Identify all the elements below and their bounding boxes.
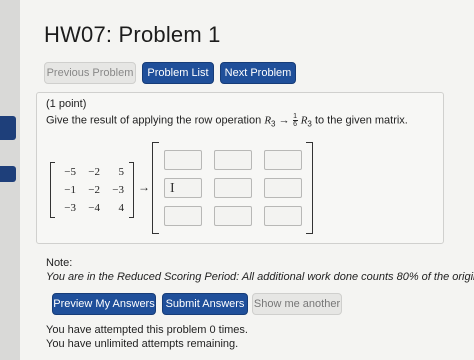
matrix-cell-r3c1: −3: [64, 202, 76, 214]
matrix-cell-r2c1: −1: [64, 184, 76, 196]
matrix-cell-r1c2: −2: [88, 166, 100, 178]
next-problem-button[interactable]: Next Problem: [220, 62, 296, 84]
remaining-status: You have unlimited attempts remaining.: [46, 338, 239, 350]
matrix-cell-r3c2: −4: [88, 202, 100, 214]
matrix-cell-r2c2: −2: [88, 184, 100, 196]
answer-input-r3c3[interactable]: [264, 206, 302, 226]
sidebar-tab-upper[interactable]: [0, 116, 16, 140]
attempts-status: You have attempted this problem 0 times.: [46, 324, 248, 336]
fraction-numerator: 1: [293, 113, 298, 120]
note-text: You are in the Reduced Scoring Period: A…: [46, 271, 474, 283]
result-arrow: →: [138, 180, 150, 194]
answer-left-bracket: [152, 142, 159, 234]
matrix-cell-r2c3: −3: [112, 184, 124, 196]
answer-input-r3c2[interactable]: [214, 206, 252, 226]
matrix-cell-r1c1: −5: [64, 166, 76, 178]
answer-input-r1c3[interactable]: [264, 150, 302, 170]
problem-prompt: Give the result of applying the row oper…: [46, 113, 408, 129]
row-op-target-sub: 3: [271, 119, 276, 129]
text-cursor-icon: I: [170, 181, 175, 196]
row-op-fraction: 1 6: [292, 113, 298, 128]
previous-problem-button[interactable]: Previous Problem: [44, 62, 136, 84]
answer-input-r1c1[interactable]: [164, 150, 202, 170]
given-matrix: −5 −2 5 −1 −2 −3 −3 −4 4: [50, 162, 134, 218]
answer-right-bracket: [306, 142, 313, 234]
submit-answers-button[interactable]: Submit Answers: [162, 293, 248, 315]
problem-points: (1 point): [46, 98, 87, 110]
row-op-source-sub: 3: [307, 119, 312, 129]
matrix-right-bracket: [129, 162, 134, 218]
sidebar-tab-lower[interactable]: [0, 166, 16, 182]
preview-answers-button[interactable]: Preview My Answers: [52, 293, 156, 315]
prompt-suffix: to the given matrix.: [314, 114, 408, 127]
matrix-cell-r3c3: 4: [118, 202, 125, 214]
answer-input-r2c2[interactable]: [214, 178, 252, 198]
page-title: HW07: Problem 1: [44, 22, 221, 47]
fraction-denominator: 6: [293, 121, 298, 128]
problem-list-button[interactable]: Problem List: [142, 62, 214, 84]
row-op-arrow: →: [278, 114, 290, 127]
answer-input-r1c2[interactable]: [214, 150, 252, 170]
answer-input-r3c1[interactable]: [164, 206, 202, 226]
matrix-cell-r1c3: 5: [118, 166, 125, 178]
answer-input-r2c3[interactable]: [264, 178, 302, 198]
prompt-prefix: Give the result of applying the row oper…: [46, 114, 262, 127]
note-label: Note:: [46, 257, 73, 269]
show-another-button[interactable]: Show me another: [252, 293, 342, 315]
